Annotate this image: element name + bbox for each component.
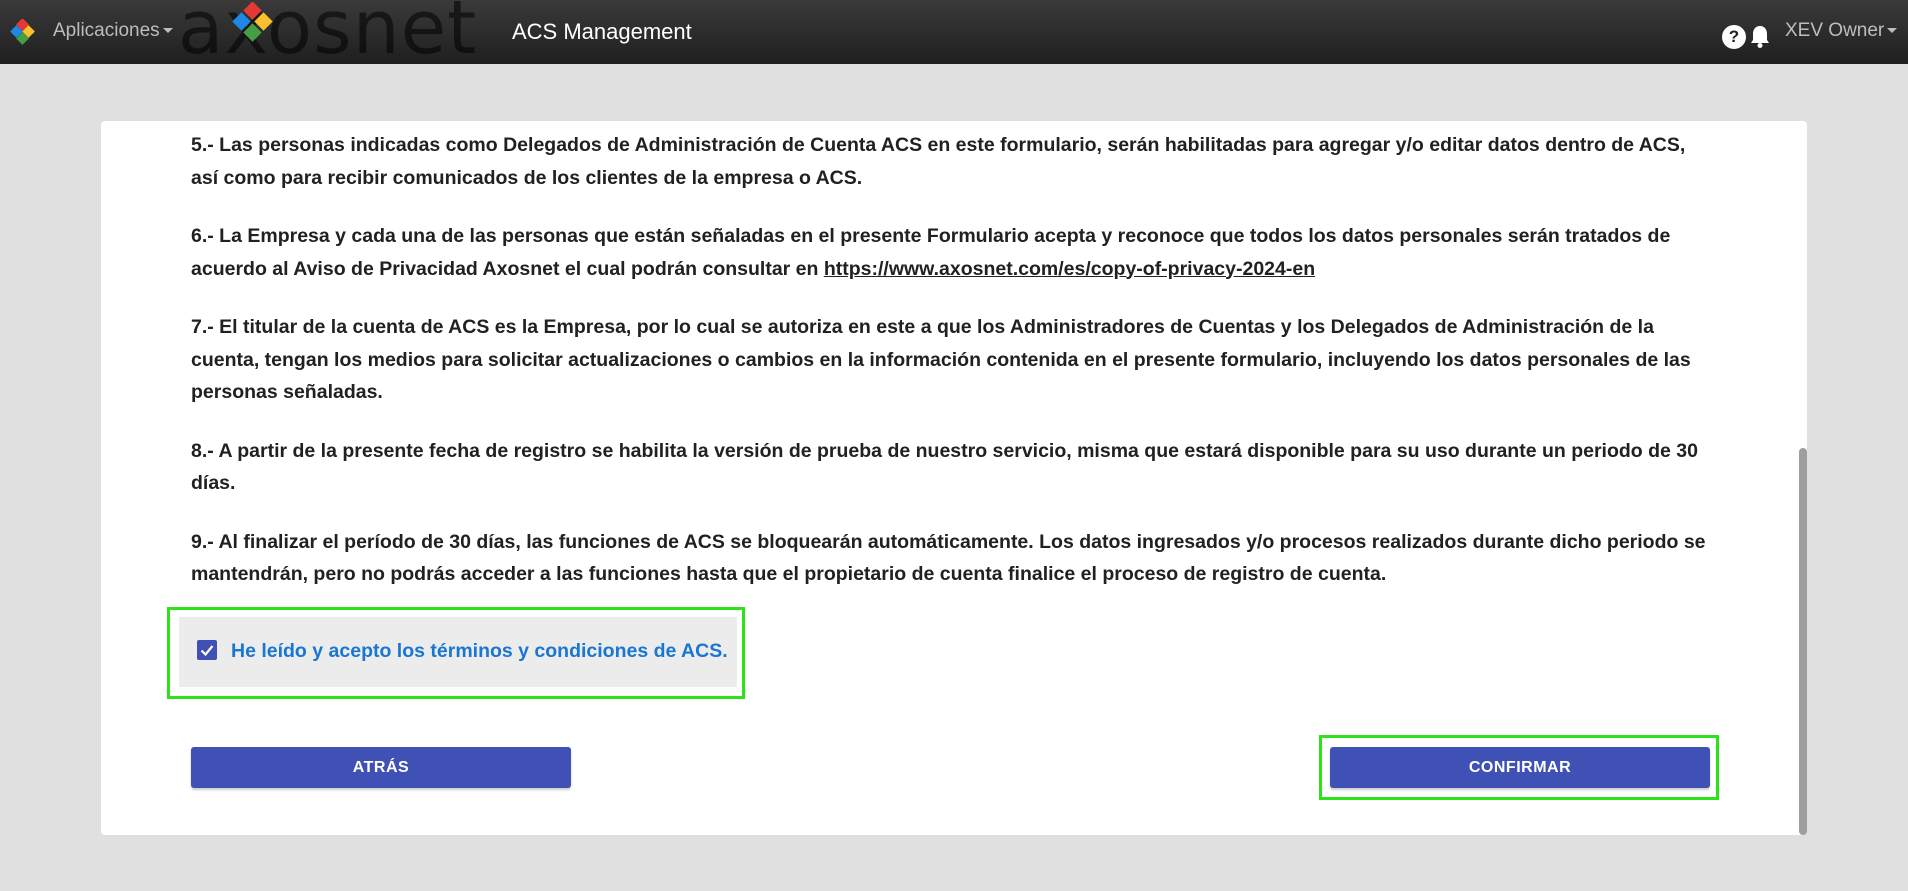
apps-logo-icon[interactable] bbox=[10, 19, 36, 45]
privacy-link[interactable]: https://www.axosnet.com/es/copy-of-priva… bbox=[824, 258, 1315, 280]
user-menu[interactable]: XEV Owner bbox=[1785, 20, 1898, 42]
help-icon[interactable]: ? bbox=[1722, 25, 1746, 49]
page-title: ACS Management bbox=[512, 19, 692, 44]
brand-diamond-icon bbox=[232, 2, 273, 42]
terms-list: 5.- Las personas indicadas como Delegado… bbox=[191, 129, 1711, 617]
back-button[interactable]: ATRÁS bbox=[191, 747, 571, 788]
accept-terms-checkbox[interactable] bbox=[197, 640, 217, 660]
user-menu-label: XEV Owner bbox=[1785, 20, 1885, 41]
apps-menu-label: Aplicaciones bbox=[53, 20, 160, 41]
confirm-button[interactable]: CONFIRMAR bbox=[1330, 747, 1710, 788]
top-navbar: Aplicaciones axosnet ACS Management ? XE… bbox=[0, 0, 1908, 64]
term-item: 8.- A partir de la presente fecha de reg… bbox=[191, 439, 1698, 495]
bell-icon[interactable] bbox=[1749, 24, 1771, 48]
term-item: 6.- La Empresa y cada una de las persona… bbox=[191, 220, 1711, 285]
apps-menu[interactable]: Aplicaciones bbox=[53, 20, 173, 42]
caret-down-icon bbox=[162, 28, 173, 34]
term-item: 9.- Al finalizar el período de 30 días, … bbox=[191, 530, 1706, 586]
terms-card: 5.- Las personas indicadas como Delegado… bbox=[101, 121, 1807, 835]
term-item: 7.- El titular de la cuenta de ACS es la… bbox=[191, 316, 1691, 403]
accept-terms-label[interactable]: He leído y acepto los términos y condici… bbox=[231, 640, 728, 663]
checkbox-checked-icon bbox=[200, 645, 214, 657]
brand-wordmark: axosnet bbox=[178, 0, 478, 64]
brand-logo: axosnet bbox=[178, 0, 488, 64]
caret-down-icon bbox=[1887, 28, 1898, 34]
scrollbar-thumb[interactable] bbox=[1799, 448, 1807, 835]
term-item: 5.- Las personas indicadas como Delegado… bbox=[191, 134, 1686, 189]
